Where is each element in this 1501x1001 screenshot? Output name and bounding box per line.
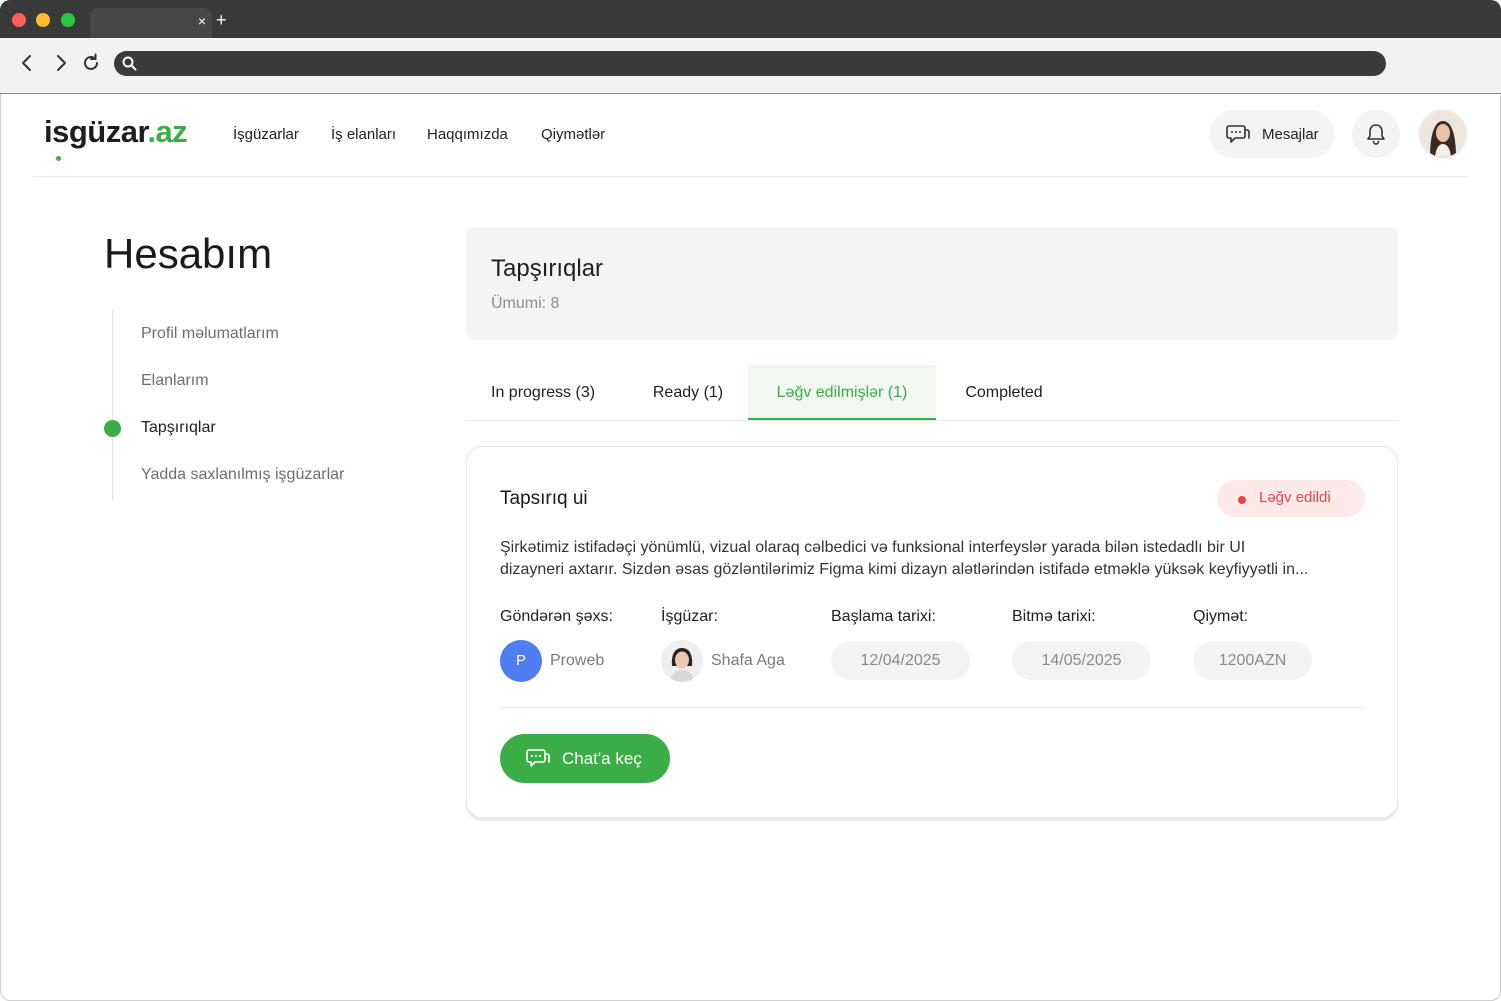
end-date-label: Bitmə tarixi: bbox=[1012, 608, 1096, 625]
page-title: Tapşırıqlar bbox=[491, 255, 604, 282]
nav-link-isguzarlar[interactable]: İşgüzarlar bbox=[233, 126, 299, 143]
address-bar[interactable] bbox=[114, 51, 1386, 76]
site-header: isgüzar.az İşgüzarlar İş elanları Haqqım… bbox=[33, 94, 1468, 177]
tab-ready[interactable]: Ready (1) bbox=[628, 365, 748, 420]
minimize-window-button[interactable] bbox=[36, 13, 50, 27]
messages-button[interactable]: Mesajlar bbox=[1210, 110, 1334, 158]
sidebar-item-profile[interactable]: Profil məlumatlarım bbox=[141, 325, 279, 343]
active-indicator-dot bbox=[104, 420, 121, 437]
worker-photo bbox=[661, 640, 703, 682]
logo-main: isgüzar bbox=[44, 114, 148, 149]
site-logo[interactable]: isgüzar.az bbox=[44, 114, 188, 161]
worker-avatar bbox=[661, 640, 703, 682]
worker-name: Shafa Aga bbox=[711, 652, 785, 669]
start-date-label: Başlama tarixi: bbox=[831, 608, 936, 625]
browser-window: × + isgüzar.az İşgüzarlar İş elanları Ha… bbox=[0, 0, 1501, 1001]
browser-titlebar: × + bbox=[0, 0, 1501, 38]
card-divider bbox=[500, 707, 1365, 708]
new-tab-button[interactable]: + bbox=[216, 10, 227, 30]
tab-close-icon[interactable]: × bbox=[198, 13, 206, 29]
sender-label: Göndərən şəxs: bbox=[500, 608, 613, 625]
total-count: Ümumi: 8 bbox=[491, 295, 560, 312]
tab-cancelled[interactable]: Ləğv edilmişlər (1) bbox=[748, 365, 936, 420]
worker-label: İşgüzar: bbox=[661, 608, 718, 625]
chat-button-label: Chat'a keç bbox=[562, 749, 642, 768]
nav-link-is-elanlari[interactable]: İş elanları bbox=[331, 126, 396, 143]
messages-label: Mesajlar bbox=[1262, 126, 1319, 143]
chat-icon bbox=[1226, 125, 1250, 143]
browser-tab[interactable]: × bbox=[90, 8, 212, 38]
tab-in-progress[interactable]: In progress (3) bbox=[466, 365, 626, 420]
reload-icon[interactable] bbox=[80, 52, 102, 74]
user-avatar[interactable] bbox=[1420, 111, 1466, 157]
sender-avatar: P bbox=[500, 640, 542, 682]
notifications-button[interactable] bbox=[1352, 110, 1400, 158]
sidebar-item-tasks[interactable]: Tapşırıqlar bbox=[141, 419, 216, 437]
tab-completed[interactable]: Completed bbox=[948, 365, 1060, 420]
sidebar-divider bbox=[112, 310, 113, 500]
sidebar-item-saved[interactable]: Yadda saxlanılmış işgüzarlar bbox=[141, 466, 344, 484]
maximize-window-button[interactable] bbox=[61, 13, 75, 27]
price-label: Qiymət: bbox=[1193, 608, 1249, 625]
task-tabs: In progress (3) Ready (1) Ləğv edilmişlə… bbox=[466, 365, 1398, 421]
user-photo bbox=[1420, 111, 1466, 157]
browser-toolbar bbox=[0, 38, 1501, 94]
status-label: Ləğv edildi bbox=[1259, 489, 1331, 506]
search-icon bbox=[122, 56, 137, 71]
status-badge: Ləğv edildi bbox=[1217, 480, 1365, 517]
tasks-header-panel: Tapşırıqlar Ümumi: 8 bbox=[466, 227, 1398, 340]
nav-link-haqqimizda[interactable]: Haqqımızda bbox=[427, 126, 508, 143]
logo-accent: .az bbox=[147, 114, 188, 149]
sidebar-item-listings[interactable]: Elanlarım bbox=[141, 372, 209, 390]
end-date-value: 14/05/2025 bbox=[1012, 641, 1151, 680]
sidebar-title: Hesabım bbox=[104, 230, 273, 277]
price-value: 1200AZN bbox=[1193, 641, 1312, 680]
status-dot bbox=[1238, 496, 1246, 504]
bell-icon bbox=[1367, 124, 1385, 145]
task-title: Tapsırıq ui bbox=[500, 488, 588, 509]
sender-info: P Proweb bbox=[500, 640, 640, 684]
description-line: Şirkətimiz istifadəçi yönümlü, vizual ol… bbox=[500, 539, 1246, 556]
nav-link-qiymetler[interactable]: Qiymətlər bbox=[541, 126, 605, 143]
worker-info: Shafa Aga bbox=[661, 640, 811, 684]
chat-icon bbox=[526, 749, 550, 767]
go-to-chat-button[interactable]: Chat'a keç bbox=[500, 734, 670, 783]
task-card: Tapsırıq ui Ləğv edildi Şirkətimiz istif… bbox=[466, 446, 1398, 818]
back-icon[interactable] bbox=[16, 52, 38, 74]
logo-dot bbox=[56, 156, 61, 161]
sender-name: Proweb bbox=[550, 652, 605, 669]
close-window-button[interactable] bbox=[12, 13, 26, 27]
start-date-value: 12/04/2025 bbox=[831, 641, 970, 680]
forward-icon[interactable] bbox=[50, 52, 72, 74]
task-description: Şirkətimiz istifadəçi yönümlü, vizual ol… bbox=[500, 537, 1370, 581]
description-line: dizayneri axtarır. Sizdən əsas gözləntil… bbox=[500, 561, 1309, 578]
